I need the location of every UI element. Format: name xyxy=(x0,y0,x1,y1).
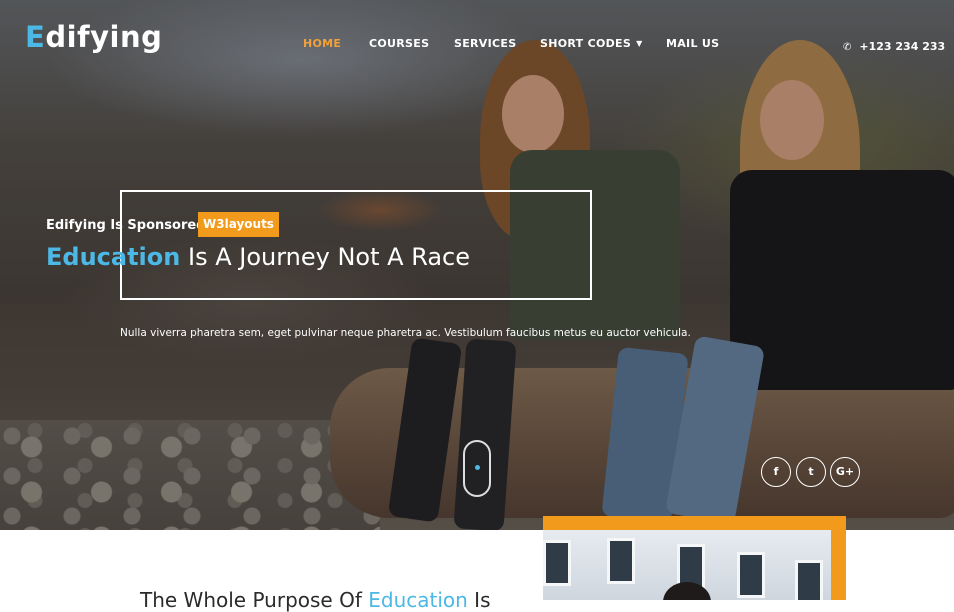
hero-description: Nulla viverra pharetra sem, eget pulvina… xyxy=(120,327,691,339)
nav-short-codes[interactable]: SHORT CODES ▼ xyxy=(540,37,643,50)
headline-rest: Is A Journey Not A Race xyxy=(180,243,471,271)
scroll-down-indicator[interactable] xyxy=(463,440,491,497)
building-window xyxy=(543,540,571,586)
nav-services[interactable]: SERVICES xyxy=(454,37,516,50)
about-image xyxy=(543,530,831,600)
google-plus-icon[interactable]: G+ xyxy=(830,457,860,487)
building-window xyxy=(795,560,823,600)
facebook-icon[interactable]: f xyxy=(761,457,791,487)
about-title: The Whole Purpose Of Education Is xyxy=(140,588,491,612)
twitter-icon[interactable]: t xyxy=(796,457,826,487)
about-title-part1: The Whole Purpose Of xyxy=(140,588,369,612)
building-window xyxy=(737,552,765,598)
logo-rest: difying xyxy=(45,20,163,54)
about-title-highlight: Education xyxy=(368,588,468,612)
caret-down-icon: ▼ xyxy=(636,39,643,48)
site-logo[interactable]: Edifying xyxy=(25,20,162,54)
nav-short-codes-label: SHORT CODES xyxy=(540,37,632,50)
about-title-part2: Is xyxy=(467,588,491,612)
phone-number: +123 234 233 xyxy=(859,40,946,53)
hero-banner: Edifying HOME COURSES SERVICES SHORT COD… xyxy=(0,0,954,530)
nav-home[interactable]: HOME xyxy=(303,37,341,50)
scroll-dot xyxy=(475,465,480,470)
nav-mail-us[interactable]: MAIL US xyxy=(666,37,719,50)
headline-highlight: Education xyxy=(46,243,181,271)
hero-headline: Education Is A Journey Not A Race xyxy=(46,243,470,271)
building-window xyxy=(607,538,635,584)
sponsor-badge[interactable]: W3layouts xyxy=(198,212,279,237)
logo-first-letter: E xyxy=(25,20,46,54)
nav-courses[interactable]: COURSES xyxy=(369,37,429,50)
phone-icon: ✆ xyxy=(843,42,852,53)
header-phone[interactable]: ✆ +123 234 233 xyxy=(843,40,945,53)
